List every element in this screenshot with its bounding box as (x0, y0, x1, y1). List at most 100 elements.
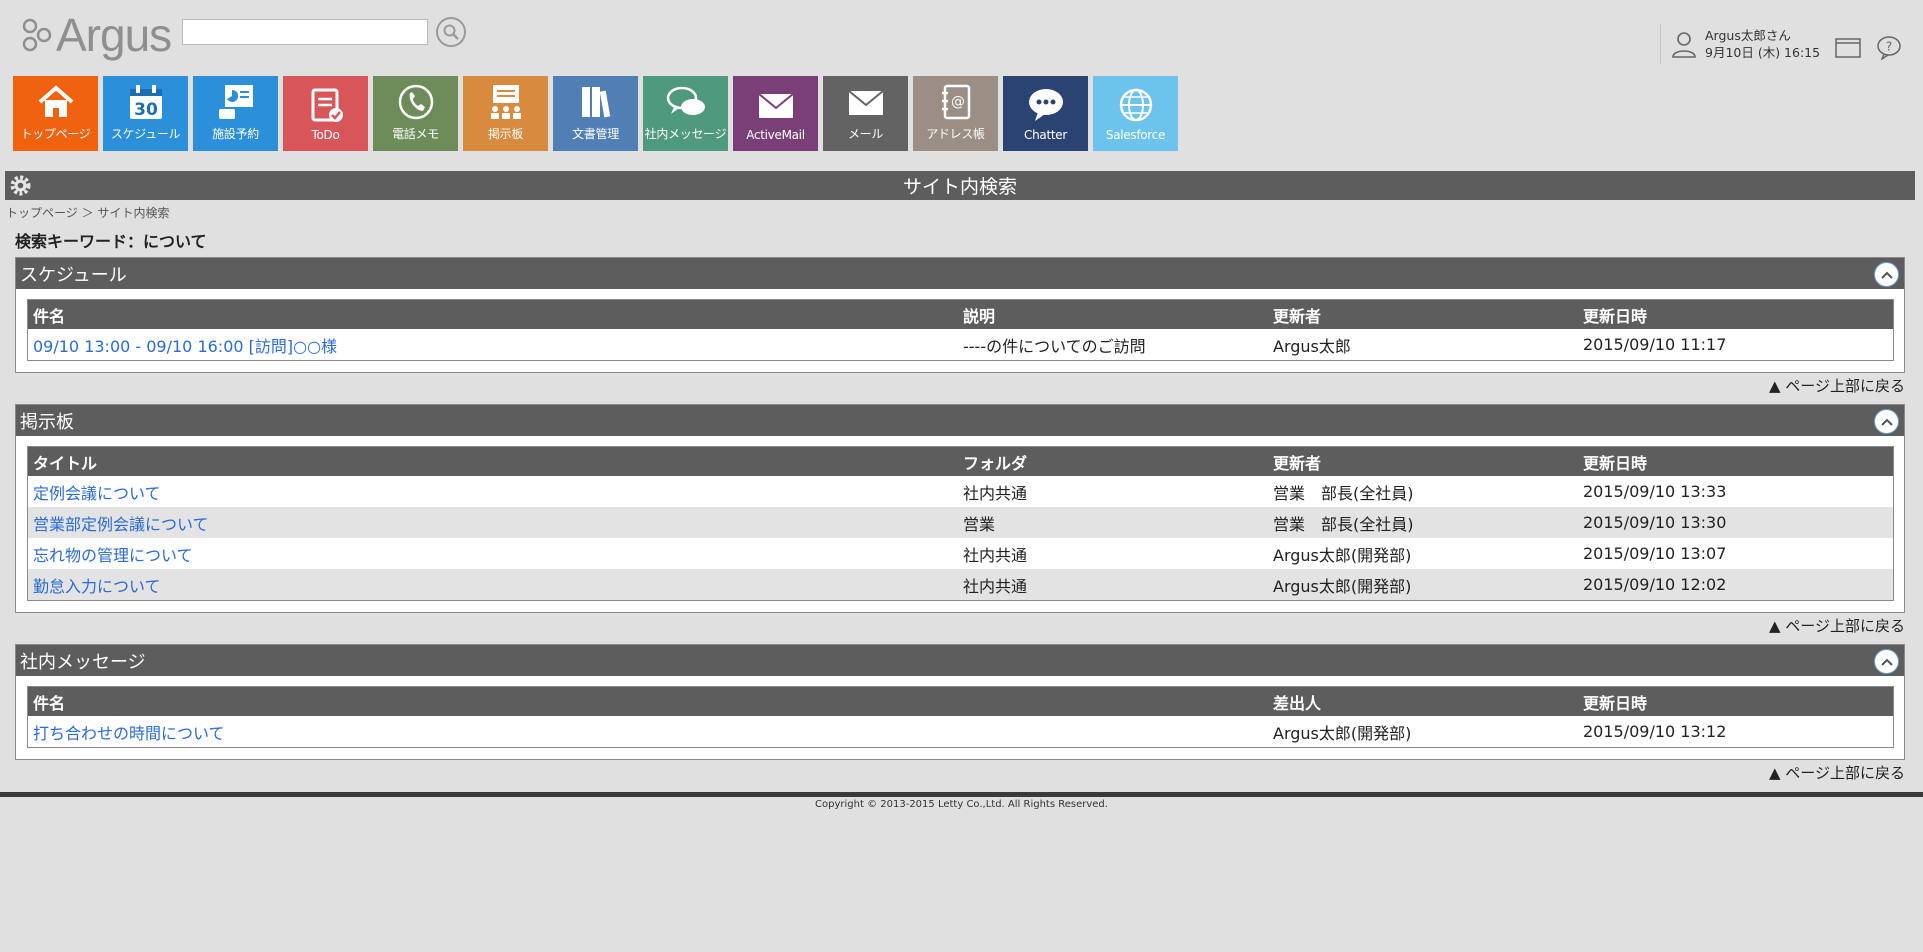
breadcrumb-separator: ＞ (81, 206, 94, 220)
table-row: 打ち合わせの時間について Argus太郎(開発部) 2015/09/10 13:… (28, 716, 1893, 747)
updater-cell: Argus太郎(開発部) (1273, 545, 1412, 565)
tile-label: トップページ (20, 127, 91, 141)
help-icon: ? (1877, 36, 1901, 60)
search-input[interactable] (182, 19, 428, 45)
svg-text:@: @ (951, 94, 965, 110)
breadcrumb: トップページ ＞ サイト内検索 (6, 204, 169, 221)
tile-mail[interactable]: メール (823, 76, 908, 151)
tile-label: メール (847, 127, 884, 141)
updated-at-cell: 2015/09/10 13:12 (1583, 722, 1727, 741)
collapse-button[interactable] (1874, 409, 1899, 434)
tile-activemail[interactable]: ActiveMail (733, 76, 818, 151)
tile-document-management[interactable]: 文書管理 (553, 76, 638, 151)
document-icon (581, 87, 610, 118)
logo-text: Argus (56, 9, 172, 61)
tile-internal-message[interactable]: 社内メッセージ (643, 76, 728, 151)
copyright: Copyright © 2013-2015 Letty Co.,Ltd. All… (815, 799, 1108, 810)
chatter-icon (1028, 89, 1063, 121)
svg-text:?: ? (1886, 40, 1892, 54)
tile-label: 社内メッセージ (644, 127, 727, 141)
updater-cell: Argus太郎(開発部) (1268, 569, 1578, 600)
column-header (958, 687, 1268, 716)
board-table: タイトル フォルダ 更新者 更新日時 定例会議について 社内共通 営業 部長(全… (28, 447, 1893, 600)
chevron-up-icon (1880, 658, 1893, 666)
tile-salesforce[interactable]: Salesforce (1093, 76, 1178, 151)
section-title: スケジュール (20, 264, 127, 286)
tile-label: 施設予約 (212, 127, 259, 141)
tile-facility-booking[interactable]: 施設予約 (193, 76, 278, 151)
facility-icon (218, 85, 253, 119)
table-row: 09/10 13:00 - 09/10 16:00 [訪問]○○様 ----の件… (28, 329, 1893, 360)
tile-label: ActiveMail (746, 128, 805, 142)
updater-cell: 営業 部長(全社員) (1268, 507, 1578, 538)
tile-label: アドレス帳 (926, 127, 985, 141)
help-button[interactable]: ? (1875, 36, 1903, 60)
folder-cell: 社内共通 (958, 569, 1268, 600)
sender-cell: Argus太郎(開発部) (1273, 723, 1412, 743)
window-button[interactable] (1834, 36, 1862, 60)
user-info[interactable]: Argus太郎さん 9月10日 (木) 16:15 (1660, 24, 1820, 64)
breadcrumb-current: サイト内検索 (97, 206, 170, 220)
folder-cell: 社内共通 (963, 545, 1028, 565)
section-header: 掲示板 (16, 405, 1904, 436)
message-table: 件名 差出人 更新日時 打ち合わせの時間について Argus太郎(開発部) 20… (28, 687, 1893, 747)
tile-label: ToDo (311, 128, 340, 142)
tile-schedule[interactable]: 30 スケジュール (103, 76, 188, 151)
board-post-link[interactable]: 定例会議について (33, 484, 161, 503)
back-to-top-link[interactable]: ▲ ページ上部に戻る (1769, 762, 1905, 783)
back-to-top-link[interactable]: ▲ ページ上部に戻る (1769, 375, 1905, 396)
folder-cell: 営業 (958, 507, 1268, 538)
table-row: 忘れ物の管理について 社内共通 Argus太郎(開発部) 2015/09/10 … (28, 538, 1893, 569)
tile-bulletin-board[interactable]: 掲示板 (463, 76, 548, 151)
board-post-link[interactable]: 忘れ物の管理について (33, 546, 193, 565)
section-title: 社内メッセージ (20, 651, 146, 673)
message-link[interactable]: 打ち合わせの時間について (33, 724, 225, 743)
chevron-up-icon (1880, 418, 1893, 426)
tile-address-book[interactable]: @ アドレス帳 (913, 76, 998, 151)
description-cell: ----の件についてのご訪問 (963, 336, 1146, 356)
phone-icon (398, 84, 433, 120)
board-icon (490, 85, 521, 119)
tile-top-page[interactable]: トップページ (13, 76, 98, 151)
message-icon (666, 86, 705, 115)
schedule-section: スケジュール 件名 説明 更新者 更新日時 09/10 13:00 - 09/1… (15, 257, 1905, 373)
tile-chatter[interactable]: Chatter (1003, 76, 1088, 151)
search-button[interactable] (436, 17, 466, 47)
search-icon (443, 24, 459, 40)
collapse-button[interactable] (1874, 649, 1899, 674)
collapse-button[interactable] (1874, 262, 1899, 287)
tile-label: 電話メモ (392, 127, 439, 141)
updated-at-cell: 2015/09/10 13:07 (1583, 544, 1727, 563)
updated-at-cell: 2015/09/10 13:30 (1578, 507, 1893, 538)
window-icon (1835, 38, 1861, 58)
schedule-table: 件名 説明 更新者 更新日時 09/10 13:00 - 09/10 16:00… (28, 300, 1893, 360)
updater-cell: Argus太郎 (1273, 336, 1351, 356)
back-to-top-link[interactable]: ▲ ページ上部に戻る (1769, 615, 1905, 636)
board-section: 掲示板 タイトル フォルダ 更新者 更新日時 定例会議について 社内共通 営業 … (15, 404, 1905, 613)
addressbook-icon: @ (941, 84, 970, 120)
home-icon (38, 85, 73, 117)
argus-logo[interactable]: Argus (22, 9, 172, 61)
footer-divider (0, 792, 1923, 797)
chevron-up-icon (1880, 271, 1893, 279)
board-post-link[interactable]: 営業部定例会議について (33, 515, 209, 534)
schedule-link[interactable]: 09/10 13:00 - 09/10 16:00 [訪問]○○様 (33, 337, 337, 356)
tile-todo[interactable]: ToDo (283, 76, 368, 151)
calendar-icon: 30 (129, 85, 162, 120)
gear-icon[interactable] (8, 173, 33, 198)
column-header: 更新者 (1268, 447, 1578, 476)
column-header: 更新日時 (1578, 687, 1893, 716)
tile-phone-memo[interactable]: 電話メモ (373, 76, 458, 151)
tile-label: Chatter (1024, 128, 1067, 142)
empty-cell (958, 716, 1268, 747)
folder-cell: 社内共通 (963, 483, 1028, 503)
column-header: 件名 (28, 687, 958, 716)
column-header: 更新者 (1268, 300, 1578, 329)
board-post-link[interactable]: 勤怠入力について (33, 577, 161, 596)
calendar-day: 30 (134, 100, 158, 120)
column-header: フォルダ (958, 447, 1268, 476)
current-datetime: 9月10日 (木) 16:15 (1705, 45, 1821, 60)
page-title: サイト内検索 (902, 176, 1017, 198)
column-header: 更新日時 (1578, 300, 1893, 329)
breadcrumb-home[interactable]: トップページ (6, 206, 78, 220)
